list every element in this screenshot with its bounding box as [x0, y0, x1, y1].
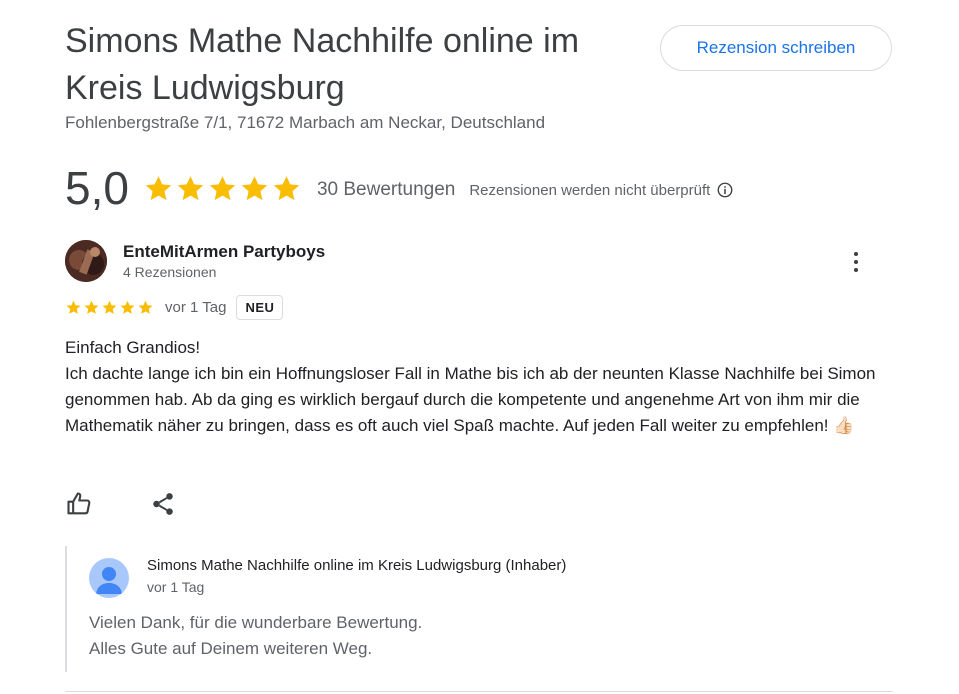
review-meta: vor 1 Tag NEU: [65, 292, 284, 322]
review-text: Einfach Grandios! Ich dachte lange ich b…: [65, 335, 885, 439]
more-vert-icon-dot: [854, 260, 858, 264]
owner-reply-line: Vielen Dank, für die wunderbare Bewertun…: [89, 613, 423, 632]
new-badge: NEU: [236, 294, 284, 320]
review-text-line: Einfach Grandios!: [65, 338, 201, 357]
owner-reply-text: Vielen Dank, für die wunderbare Bewertun…: [89, 610, 422, 662]
review-text-line: Ich dachte lange ich bin ein Hoffnungslo…: [65, 364, 876, 435]
divider: [65, 691, 893, 692]
more-options-button[interactable]: [843, 248, 869, 276]
share-icon[interactable]: [150, 490, 176, 518]
unverified-notice[interactable]: Rezensionen werden nicht überprüft: [469, 181, 734, 199]
review-stars: [65, 299, 155, 316]
star-icon: [177, 175, 204, 200]
more-vert-icon-dot: [854, 268, 858, 272]
star-icon: [241, 175, 268, 200]
rating-summary: 5,0 30 Bewertungen Rezensionen werden ni…: [65, 160, 734, 216]
reviewer-review-count: 4 Rezensionen: [123, 264, 217, 280]
rating-stars: [143, 173, 303, 204]
star-icon: [66, 300, 81, 314]
owner-reply-time: vor 1 Tag: [147, 579, 205, 595]
more-vert-icon-dot: [854, 252, 858, 256]
person-avatar-icon: [89, 558, 129, 598]
star-icon: [84, 300, 99, 314]
business-address: Fohlenbergstraße 7/1, 71672 Marbach am N…: [65, 113, 546, 132]
reviewer-avatar[interactable]: [65, 240, 107, 282]
review-count: 30 Bewertungen: [316, 179, 456, 200]
thumb-up-icon[interactable]: [65, 490, 93, 518]
unverified-label: Rezensionen werden nicht überprüft: [469, 181, 711, 199]
business-title: Simons Mathe Nachhilfe online im Kreis L…: [65, 22, 580, 107]
info-icon[interactable]: [716, 181, 734, 199]
reviewer-photo: [65, 240, 107, 282]
owner-name: Simons Mathe Nachhilfe online im Kreis L…: [147, 557, 567, 574]
star-icon: [102, 300, 117, 314]
star-icon: [273, 175, 300, 200]
write-review-button[interactable]: Rezension schreiben: [660, 25, 892, 71]
star-icon: [138, 300, 153, 314]
review-time: vor 1 Tag: [165, 298, 227, 316]
star-icon: [145, 175, 172, 200]
reviewer-name[interactable]: EnteMitArmen Partyboys: [123, 242, 325, 262]
rating-value: 5,0: [65, 162, 129, 214]
star-icon: [209, 175, 236, 200]
owner-reply-line: Alles Gute auf Deinem weiteren Weg.: [89, 639, 373, 658]
owner-reply: Simons Mathe Nachhilfe online im Kreis L…: [65, 546, 895, 672]
star-icon: [120, 300, 135, 314]
